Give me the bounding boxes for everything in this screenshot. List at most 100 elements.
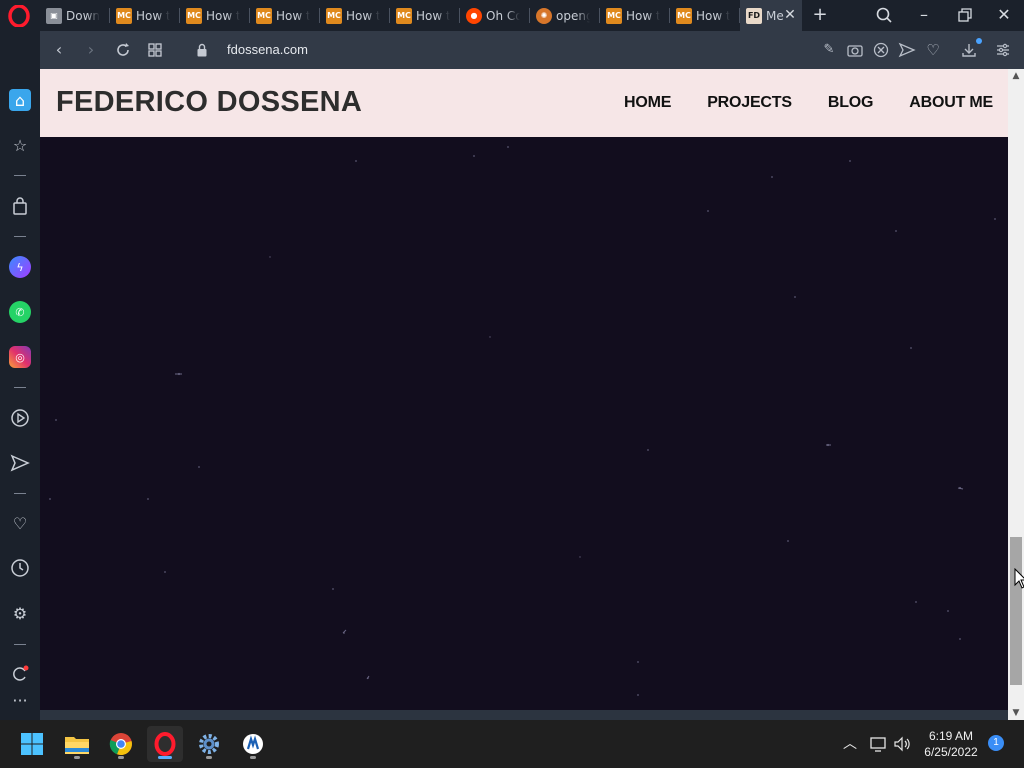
tab-title: How to: [626, 8, 660, 23]
messenger-icon[interactable]: ϟ: [9, 256, 31, 278]
address-bar: ‹ › fdossena.com ✎ ♡: [40, 31, 1024, 69]
running-indicator: [250, 756, 256, 759]
tab-download[interactable]: ▣ Downl: [40, 0, 110, 31]
notification-badge[interactable]: 1: [988, 735, 1004, 751]
tab-title: How to: [136, 8, 170, 23]
file-explorer-icon[interactable]: [59, 726, 95, 762]
download-icon[interactable]: [960, 41, 978, 59]
tab-title: How to: [416, 8, 450, 23]
page-viewport: FEDERICO DOSSENA HOME PROJECTS BLOG ABOU…: [40, 69, 1008, 720]
new-tab-icon[interactable]: +: [810, 5, 830, 25]
page-bottom-strip: [40, 710, 1008, 720]
tab-title: How to: [206, 8, 240, 23]
shopping-bag-icon[interactable]: [9, 195, 31, 217]
close-tab-icon[interactable]: ✕: [781, 6, 799, 24]
tab-how-to[interactable]: MC How to: [670, 0, 740, 31]
tab-title: How to: [276, 8, 310, 23]
tab-how-to[interactable]: MC How to: [110, 0, 180, 31]
sidebar-divider: [14, 387, 26, 388]
taskbar: ︿ 6:19 AM 6/25/2022 1: [0, 720, 1024, 768]
sidebar-divider: [14, 493, 26, 494]
mouse-cursor-icon: [1014, 568, 1024, 589]
network-icon[interactable]: [868, 734, 888, 754]
chrome-icon[interactable]: [103, 726, 139, 762]
mc-icon: MC: [676, 7, 692, 24]
running-indicator: [74, 756, 80, 759]
tab-how-to[interactable]: MC How to: [320, 0, 390, 31]
send-icon[interactable]: [9, 452, 31, 474]
search-tabs-icon[interactable]: [872, 4, 896, 26]
mc-icon: MC: [186, 7, 202, 24]
tab-title: Downl: [66, 8, 100, 23]
settings-icon[interactable]: ⚙: [9, 602, 31, 624]
box-icon: ▣: [46, 7, 62, 24]
url-field[interactable]: fdossena.com: [227, 42, 308, 57]
tab-how-to[interactable]: MC How to: [600, 0, 670, 31]
reload-icon[interactable]: [113, 40, 133, 60]
site-header: FEDERICO DOSSENA HOME PROJECTS BLOG ABOU…: [40, 69, 1008, 137]
adblock-icon[interactable]: [872, 41, 890, 59]
tab-opengl[interactable]: ✺ openg: [530, 0, 600, 31]
nav-home-link[interactable]: HOME: [624, 94, 671, 112]
close-window-icon[interactable]: ✕: [992, 4, 1016, 26]
nav-about-link[interactable]: ABOUT ME: [909, 94, 993, 112]
instagram-icon[interactable]: ◎: [9, 346, 31, 368]
tab-how-to[interactable]: MC How to: [390, 0, 460, 31]
scroll-up-icon[interactable]: ▲: [1008, 69, 1024, 83]
tab-reddit[interactable]: ● Oh Co: [460, 0, 530, 31]
system-clock[interactable]: 6:19 AM 6/25/2022: [918, 728, 984, 760]
site-title[interactable]: FEDERICO DOSSENA: [56, 86, 362, 119]
home-icon[interactable]: ⌂: [9, 89, 31, 111]
settings-taskbar-icon[interactable]: [191, 726, 227, 762]
forward-icon[interactable]: ›: [81, 40, 101, 60]
tab-how-to[interactable]: MC How to: [180, 0, 250, 31]
scroll-thumb[interactable]: [1010, 537, 1022, 685]
minimize-icon[interactable]: –: [912, 4, 936, 26]
opera-logo-icon[interactable]: [8, 5, 30, 27]
volume-icon[interactable]: [892, 734, 912, 754]
player-icon[interactable]: [9, 407, 31, 429]
send-to-flow-icon[interactable]: [898, 41, 916, 59]
tab-title: openg: [556, 8, 590, 23]
opera-taskbar-icon[interactable]: [147, 726, 183, 762]
edit-share-icon[interactable]: ✎: [820, 41, 838, 59]
sidebar-divider: [14, 644, 26, 645]
history-icon[interactable]: [9, 557, 31, 579]
mc-icon: MC: [116, 7, 132, 24]
star-icon[interactable]: ☆: [9, 134, 31, 156]
tab-title: How to: [346, 8, 380, 23]
opera-logo-icon: [154, 732, 176, 756]
lock-icon[interactable]: [197, 43, 207, 57]
windows-start-icon[interactable]: [14, 726, 50, 762]
nav-blog-link[interactable]: BLOG: [828, 94, 874, 112]
sidebar-divider: [14, 175, 26, 176]
app-taskbar-icon[interactable]: [235, 726, 271, 762]
easy-setup-icon[interactable]: [994, 41, 1012, 59]
restore-icon[interactable]: [952, 4, 976, 26]
chevron-up-icon[interactable]: ︿: [840, 734, 860, 754]
site-nav: HOME PROJECTS BLOG ABOUT ME: [624, 94, 993, 112]
gear-icon: [199, 734, 219, 754]
download-badge: [976, 38, 982, 44]
clock-time: 6:19 AM: [928, 729, 974, 743]
extensions-icon[interactable]: [9, 662, 31, 684]
vertical-scrollbar[interactable]: ▲ ▼: [1008, 69, 1024, 720]
tab-how-to[interactable]: MC How to: [250, 0, 320, 31]
tiles-icon[interactable]: [145, 40, 165, 60]
fd-icon: FD: [746, 7, 762, 24]
camera-icon[interactable]: [846, 41, 864, 59]
heart-icon[interactable]: ♡: [9, 512, 31, 534]
active-indicator: [158, 756, 172, 759]
mc-icon: MC: [396, 7, 412, 24]
reddit-icon: ●: [466, 7, 482, 24]
whatsapp-icon[interactable]: ✆: [9, 301, 31, 323]
nav-projects-link[interactable]: PROJECTS: [707, 94, 792, 112]
heart-bookmark-icon[interactable]: ♡: [924, 41, 942, 59]
scroll-down-icon[interactable]: ▼: [1008, 706, 1024, 720]
tab-title: How to: [696, 8, 730, 23]
more-icon[interactable]: ···: [9, 689, 31, 711]
windows-logo-icon: [21, 733, 43, 755]
folder-icon: [65, 737, 89, 754]
mc-icon: MC: [326, 7, 342, 24]
back-icon[interactable]: ‹: [49, 40, 69, 60]
